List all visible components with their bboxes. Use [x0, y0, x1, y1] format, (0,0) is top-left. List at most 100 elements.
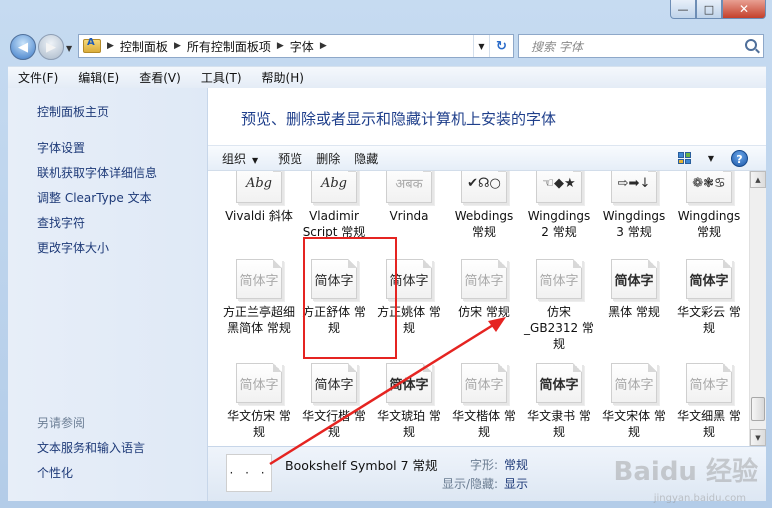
menu-view[interactable]: 查看(V): [129, 69, 191, 86]
navigation-pane: 控制面板主页 字体设置 联机获取字体详细信息 调整 ClearType 文本 查…: [8, 88, 208, 501]
font-file-icon: 简体字: [461, 259, 507, 299]
font-file-icon: ☜◆★: [536, 171, 582, 203]
menu-file[interactable]: 文件(F): [8, 69, 68, 86]
font-tile[interactable]: 简体字 华文仿宋 常规: [222, 363, 296, 440]
baidu-watermark: Baidu 经验: [613, 457, 758, 487]
font-label: 黑体 常规: [608, 305, 660, 319]
chevron-right-icon[interactable]: ▶: [277, 41, 284, 51]
font-tile[interactable]: ⇨➡↓ Wingdings 3 常规: [597, 171, 671, 240]
font-tile[interactable]: Abg Vivaldi 斜体: [222, 171, 296, 224]
font-style-key: 字形:: [470, 458, 499, 472]
vertical-scrollbar[interactable]: ▲ ▼: [749, 171, 766, 446]
link-adjust-cleartype[interactable]: 调整 ClearType 文本: [37, 189, 152, 206]
font-file-icon: Abg: [236, 171, 282, 203]
scroll-up-icon[interactable]: ▲: [750, 171, 766, 188]
visibility-key: 显示/隐藏:: [442, 477, 499, 491]
font-tile[interactable]: ☜◆★ Wingdings 2 常规: [522, 171, 596, 240]
chevron-down-icon[interactable]: ▼: [708, 154, 714, 163]
fonts-folder-icon: [83, 37, 101, 53]
font-file-icon: 简体字: [386, 363, 432, 403]
close-button[interactable]: ✕: [722, 0, 766, 19]
font-tile[interactable]: 简体字华文楷体 常规: [447, 363, 521, 440]
font-label: Vrinda: [389, 209, 429, 223]
font-label: 方正兰亭超细黑简体 常规: [222, 305, 295, 335]
font-tile[interactable]: 简体字 黑体 常规: [597, 259, 671, 320]
font-label: 仿宋_GB2312 常规: [524, 305, 594, 351]
menu-edit[interactable]: 编辑(E): [68, 69, 129, 86]
delete-button[interactable]: 删除: [309, 150, 347, 167]
font-tile[interactable]: 简体字 华文彩云 常规: [672, 259, 746, 336]
font-file-icon: 简体字: [236, 363, 282, 403]
link-find-character[interactable]: 查找字符: [37, 214, 85, 231]
link-text-services[interactable]: 文本服务和输入语言: [37, 439, 145, 456]
font-label: Vladimir Script 常规: [302, 209, 366, 239]
font-style-value: 常规: [504, 458, 529, 472]
font-label: 华文细黑 常规: [677, 409, 741, 439]
link-get-font-info-online[interactable]: 联机获取字体详细信息: [37, 164, 157, 181]
breadcrumb-fonts[interactable]: 字体: [290, 38, 314, 55]
help-icon[interactable]: ?: [731, 150, 748, 167]
minimize-button[interactable]: —: [670, 0, 696, 19]
menu-tools[interactable]: 工具(T): [191, 69, 252, 86]
view-options-icon[interactable]: [678, 152, 692, 164]
selected-font-name: Bookshelf Symbol 7 常规: [285, 458, 438, 473]
font-grid: Abg Vivaldi 斜体 Abg Vladimir Script 常规 अबक Vri…: [208, 171, 748, 446]
link-font-settings[interactable]: 字体设置: [37, 139, 85, 156]
hide-button[interactable]: 隐藏: [347, 150, 385, 167]
scroll-down-icon[interactable]: ▼: [750, 429, 766, 446]
scroll-thumb[interactable]: [751, 397, 765, 421]
font-label: Wingdings 2 常规: [527, 209, 591, 239]
search-input[interactable]: 搜索 字体: [518, 34, 764, 58]
font-preview-icon: · · ·: [226, 454, 272, 492]
font-tile[interactable]: ❁❃♋ Wingdings 常规: [672, 171, 746, 240]
font-file-icon: 简体字: [686, 363, 732, 403]
preview-button[interactable]: 预览: [271, 150, 309, 167]
breadcrumb-all-items[interactable]: 所有控制面板项: [187, 38, 271, 55]
page-title: 预览、删除或者显示和隐藏计算机上安装的字体: [241, 110, 557, 128]
visibility-value: 显示: [504, 477, 529, 491]
search-icon[interactable]: [745, 39, 757, 51]
menu-bar: 文件(F) 编辑(E) 查看(V) 工具(T) 帮助(H): [8, 66, 766, 88]
font-file-icon: 简体字: [461, 363, 507, 403]
font-label: Wingdings 常规: [677, 209, 741, 239]
font-tile[interactable]: 简体字 华文琥珀 常规: [372, 363, 446, 440]
recent-pages-dropdown-icon[interactable]: ▼: [66, 44, 72, 53]
forward-button[interactable]: ▶: [38, 34, 64, 60]
font-tile[interactable]: ✔☊○ Webdings 常规: [447, 171, 521, 240]
font-tile[interactable]: 简体字 华文隶书 常规: [522, 363, 596, 440]
font-tile[interactable]: Abg Vladimir Script 常规: [297, 171, 371, 240]
font-label: 华文行楷 常规: [302, 409, 366, 439]
font-tile[interactable]: 简体字 华文宋体 常规: [597, 363, 671, 440]
font-label: 华文宋体 常规: [602, 409, 666, 439]
font-tile[interactable]: 简体字方正兰亭超细黑简体 常规: [222, 259, 296, 336]
font-file-icon: अबक: [386, 171, 432, 203]
font-file-icon: 简体字: [311, 363, 357, 403]
back-button[interactable]: ◀: [10, 34, 36, 60]
refresh-icon[interactable]: ↻: [489, 35, 513, 57]
font-tile[interactable]: अबक Vrinda: [372, 171, 446, 224]
font-label: Webdings 常规: [454, 209, 514, 239]
font-label: 华文楷体 常规: [452, 409, 516, 439]
font-file-icon: ✔☊○: [461, 171, 507, 203]
menu-help[interactable]: 帮助(H): [252, 69, 314, 86]
address-dropdown-icon[interactable]: ▼: [473, 35, 489, 57]
font-tile[interactable]: 简体字华文细黑 常规: [672, 363, 746, 440]
breadcrumb-control-panel[interactable]: 控制面板: [120, 38, 168, 55]
font-tile[interactable]: 简体字 仿宋_GB2312 常规: [522, 259, 596, 352]
font-label: 华文隶书 常规: [527, 409, 591, 439]
address-bar[interactable]: ▶ 控制面板 ▶ 所有控制面板项 ▶ 字体 ▶ ▼ ↻: [78, 34, 514, 58]
chevron-right-icon[interactable]: ▶: [107, 41, 114, 51]
chevron-right-icon[interactable]: ▶: [320, 41, 327, 51]
font-file-icon: ⇨➡↓: [611, 171, 657, 203]
link-personalization[interactable]: 个性化: [37, 464, 73, 481]
font-tile[interactable]: 简体字华文行楷 常规: [297, 363, 371, 440]
chevron-right-icon[interactable]: ▶: [174, 41, 181, 51]
link-change-font-size[interactable]: 更改字体大小: [37, 239, 109, 256]
font-file-icon: 简体字: [236, 259, 282, 299]
font-tile[interactable]: 简体字 仿宋 常规: [447, 259, 521, 320]
maximize-button[interactable]: □: [696, 0, 722, 19]
organize-button[interactable]: 组织 ▼: [208, 150, 271, 167]
font-label: 华文彩云 常规: [677, 305, 741, 335]
link-control-panel-home[interactable]: 控制面板主页: [37, 103, 109, 120]
font-label: 仿宋 常规: [458, 305, 510, 319]
